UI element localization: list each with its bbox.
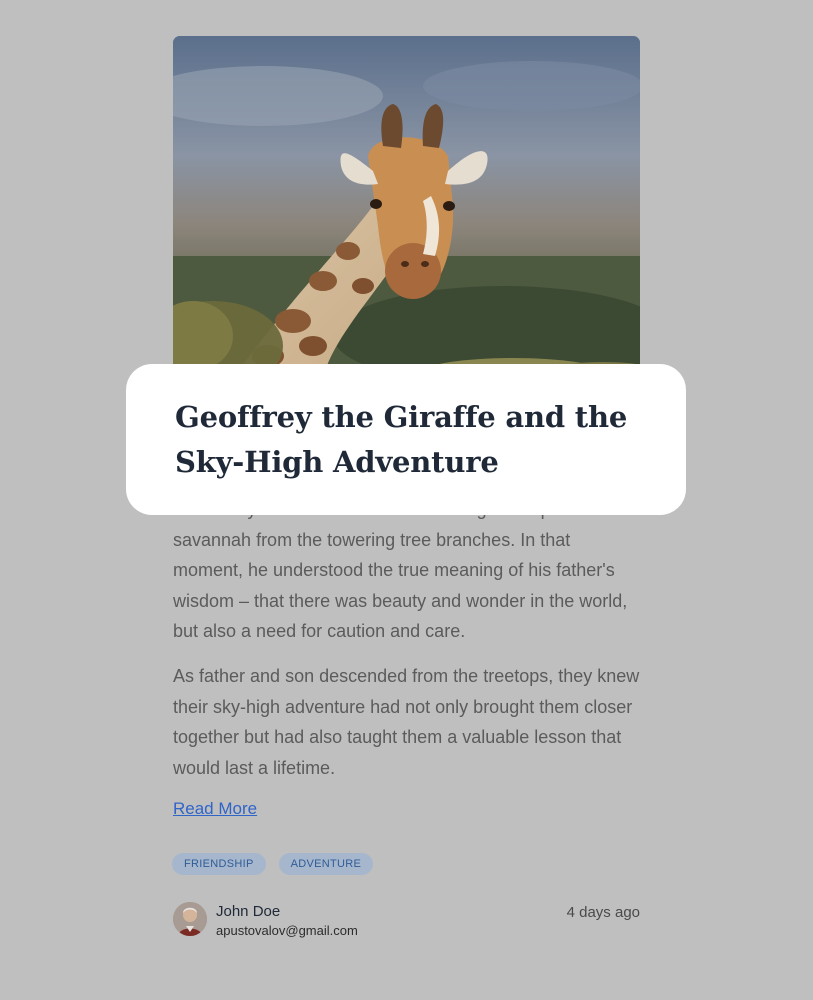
author-block: John Doe apustovalov@gmail.com 4 days ag…: [173, 902, 640, 942]
avatar: [173, 902, 207, 936]
post-time: 4 days ago: [566, 904, 640, 921]
article-paragraph: As father and son descended from the tre…: [173, 666, 640, 778]
tag-friendship[interactable]: FRIENDSHIP: [172, 853, 266, 875]
read-more-link[interactable]: Read More: [173, 799, 257, 819]
author-name: John Doe: [216, 903, 281, 920]
article-title: Geoffrey the Giraffe and the Sky-High Ad…: [175, 400, 628, 479]
hero-image: [173, 36, 640, 378]
article-paragraph: Gavin's eyes widened with awe as he gaze…: [173, 499, 639, 641]
avatar-image: [173, 902, 207, 936]
author-email: apustovalov@gmail.com: [216, 923, 358, 938]
tag-adventure[interactable]: ADVENTURE: [278, 853, 374, 875]
tag-list: FRIENDSHIP ADVENTURE: [172, 853, 374, 875]
giraffe-image: [173, 36, 640, 378]
